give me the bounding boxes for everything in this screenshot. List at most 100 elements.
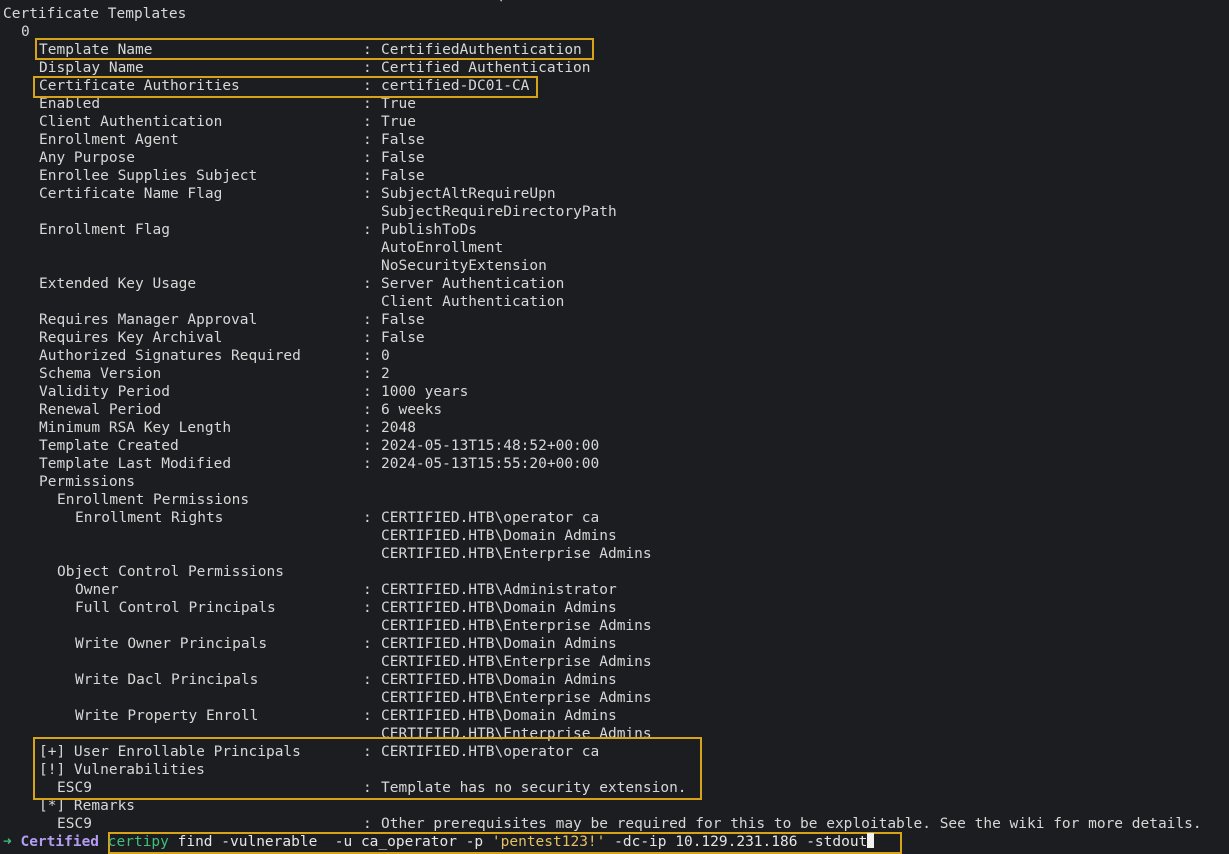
- terminal-line: Requires Manager Approval: False: [0, 311, 1229, 329]
- command-args-tail: -dc-ip 10.129.231.186 -stdout: [605, 834, 868, 850]
- terminal-line: Enrollee Supplies Subject: False: [0, 167, 1229, 185]
- field-value: Server Authentication: [381, 276, 565, 292]
- field-separator: :: [363, 276, 372, 292]
- field-separator: :: [363, 132, 372, 148]
- field-separator: :: [363, 456, 372, 472]
- field-label: [!] Vulnerabilities: [39, 762, 205, 778]
- field-label: Permissions: [39, 474, 136, 490]
- terminal-line: Authorized Signatures Required:0: [0, 347, 1229, 365]
- terminal-line: Any Purpose: False: [0, 149, 1229, 167]
- field-label: [+] User Enrollable Principals: [39, 744, 301, 760]
- terminal-line: Owner: CERTIFIED.HTB\Administrator: [0, 581, 1229, 599]
- field-value: 2048: [381, 420, 416, 436]
- field-separator: :: [363, 150, 372, 166]
- field-separator: :: [363, 348, 372, 364]
- terminal-line: Enrollment Agent: False: [0, 131, 1229, 149]
- field-label: Certificate Name Flag: [39, 186, 223, 202]
- field-value: CERTIFIED.HTB\operator ca: [381, 510, 600, 526]
- field-label: Renewal Period: [39, 402, 162, 418]
- terminal-line: Schema Version:2: [0, 365, 1229, 383]
- field-value: 2024-05-13T15:55:20+00:00: [381, 456, 600, 472]
- field-separator: :: [363, 384, 372, 400]
- command-args: find -vulnerable -u ca_operator -p: [168, 834, 492, 850]
- terminal-line: Enrollment Rights: CERTIFIED.HTB\operator…: [0, 509, 1229, 527]
- terminal-line: Object Control Permissions: [0, 563, 1229, 581]
- field-label: Enrollment Flag: [39, 222, 170, 238]
- field-value: AutoEnrollment: [381, 240, 504, 256]
- field-label: Client Authentication: [39, 114, 223, 130]
- field-label: ESC9: [57, 816, 92, 832]
- field-value: CERTIFIED.HTB\Enterprise Admins: [381, 618, 652, 634]
- field-label: Any Purpose: [39, 150, 136, 166]
- terminal-line: Full Control Principals: CERTIFIED.HTB\Do…: [0, 599, 1229, 617]
- terminal-line: Enrollment Flag: PublishToDs: [0, 221, 1229, 239]
- field-separator: :: [363, 78, 372, 94]
- field-value: CERTIFIED.HTB\Administrator: [381, 582, 617, 598]
- terminal-line: Extended Key Usage: Server Authentication: [0, 275, 1229, 293]
- terminal-line: Client Authentication: True: [0, 113, 1229, 131]
- field-value: CERTIFIED.HTB\Domain Admins: [381, 528, 617, 544]
- field-value: CERTIFIED.HTB\Enterprise Admins: [381, 546, 652, 562]
- prompt-arrow-icon: ➜: [3, 834, 12, 850]
- field-value: 6 weeks: [381, 402, 443, 418]
- terminal-line: CERTIFIED.HTB\Enterprise Admins: [0, 545, 1229, 563]
- terminal-line: Certificate Templates: [0, 5, 1229, 23]
- field-separator: :: [363, 222, 372, 238]
- field-value: CERTIFIED.HTB\Domain Admins: [381, 708, 617, 724]
- field-separator: :: [363, 168, 372, 184]
- field-value: 2: [381, 366, 390, 382]
- field-label: Template Name: [39, 42, 153, 58]
- field-separator: :: [363, 312, 372, 328]
- terminal-line: Template Created:2024-05-13T15:48:52+00:…: [0, 437, 1229, 455]
- terminal-line: [+] User Enrollable Principals: CERTIFIED…: [0, 743, 1229, 761]
- field-separator: :: [363, 420, 372, 436]
- field-separator: :: [363, 636, 372, 652]
- terminal-line: Validity Period:1000 years: [0, 383, 1229, 401]
- field-label: Validity Period: [39, 384, 170, 400]
- command-prompt[interactable]: ➜ Certified certipy find -vulnerable -u …: [3, 833, 875, 851]
- field-label: Requires Key Archival: [39, 330, 223, 346]
- field-value: PublishToDs: [381, 222, 478, 238]
- terminal-line: SubjectRequireDirectoryPath: [0, 203, 1229, 221]
- field-label: Extended Key Usage: [39, 276, 197, 292]
- field-value: CERTIFIED.HTB\Enterprise Admins: [381, 654, 652, 670]
- field-separator: :: [363, 744, 372, 760]
- command-password: 'pentest123!': [491, 834, 606, 850]
- terminal-line: Enabled: True: [0, 95, 1229, 113]
- field-label: Enrollee Supplies Subject: [39, 168, 258, 184]
- field-separator: :: [363, 96, 372, 112]
- field-label: Enrollment Permissions: [57, 492, 250, 508]
- terminal-line: AutoEnrollment: [0, 239, 1229, 257]
- field-value: True: [381, 96, 416, 112]
- terminal-line: Client Authentication: [0, 293, 1229, 311]
- terminal-line: Minimum RSA Key Length:2048: [0, 419, 1229, 437]
- field-value: Client Authentication: [381, 294, 565, 310]
- terminal-line: Write Owner Principals: CERTIFIED.HTB\Dom…: [0, 635, 1229, 653]
- field-label: Authorized Signatures Required: [39, 348, 301, 364]
- terminal-line: Template Last Modified:2024-05-13T15:55:…: [0, 455, 1229, 473]
- field-value: False: [381, 330, 425, 346]
- field-separator: :: [363, 42, 372, 58]
- field-separator: :: [363, 780, 372, 796]
- field-value: False: [381, 168, 425, 184]
- prompt-directory: Certified: [20, 834, 100, 850]
- field-label: Schema Version: [39, 366, 162, 382]
- field-value: CERTIFIED.HTB\Domain Admins: [381, 636, 617, 652]
- field-separator: :: [363, 402, 372, 418]
- command-input[interactable]: certipy find -vulnerable -u ca_operator …: [107, 833, 875, 850]
- field-separator: :: [363, 330, 372, 346]
- terminal-output: Enroll:CERTIFIED.HTB\Authenticated Users…: [0, 0, 1229, 833]
- field-separator: :: [363, 816, 372, 832]
- terminal-line: Template Name: CertifiedAuthentication: [0, 41, 1229, 59]
- terminal-line: Renewal Period:6 weeks: [0, 401, 1229, 419]
- command-name: certipy: [107, 834, 169, 850]
- terminal-line: [!] Vulnerabilities: [0, 761, 1229, 779]
- field-value: CERTIFIED.HTB\Enterprise Admins: [381, 690, 652, 706]
- field-label: Write Property Enroll: [75, 708, 259, 724]
- terminal-line: CERTIFIED.HTB\Enterprise Admins: [0, 725, 1229, 743]
- field-value: False: [381, 312, 425, 328]
- terminal-line: CERTIFIED.HTB\Domain Admins: [0, 527, 1229, 545]
- terminal-line: Enrollment Permissions: [0, 491, 1229, 509]
- field-label: Owner: [75, 582, 119, 598]
- field-label: Full Control Principals: [75, 600, 276, 616]
